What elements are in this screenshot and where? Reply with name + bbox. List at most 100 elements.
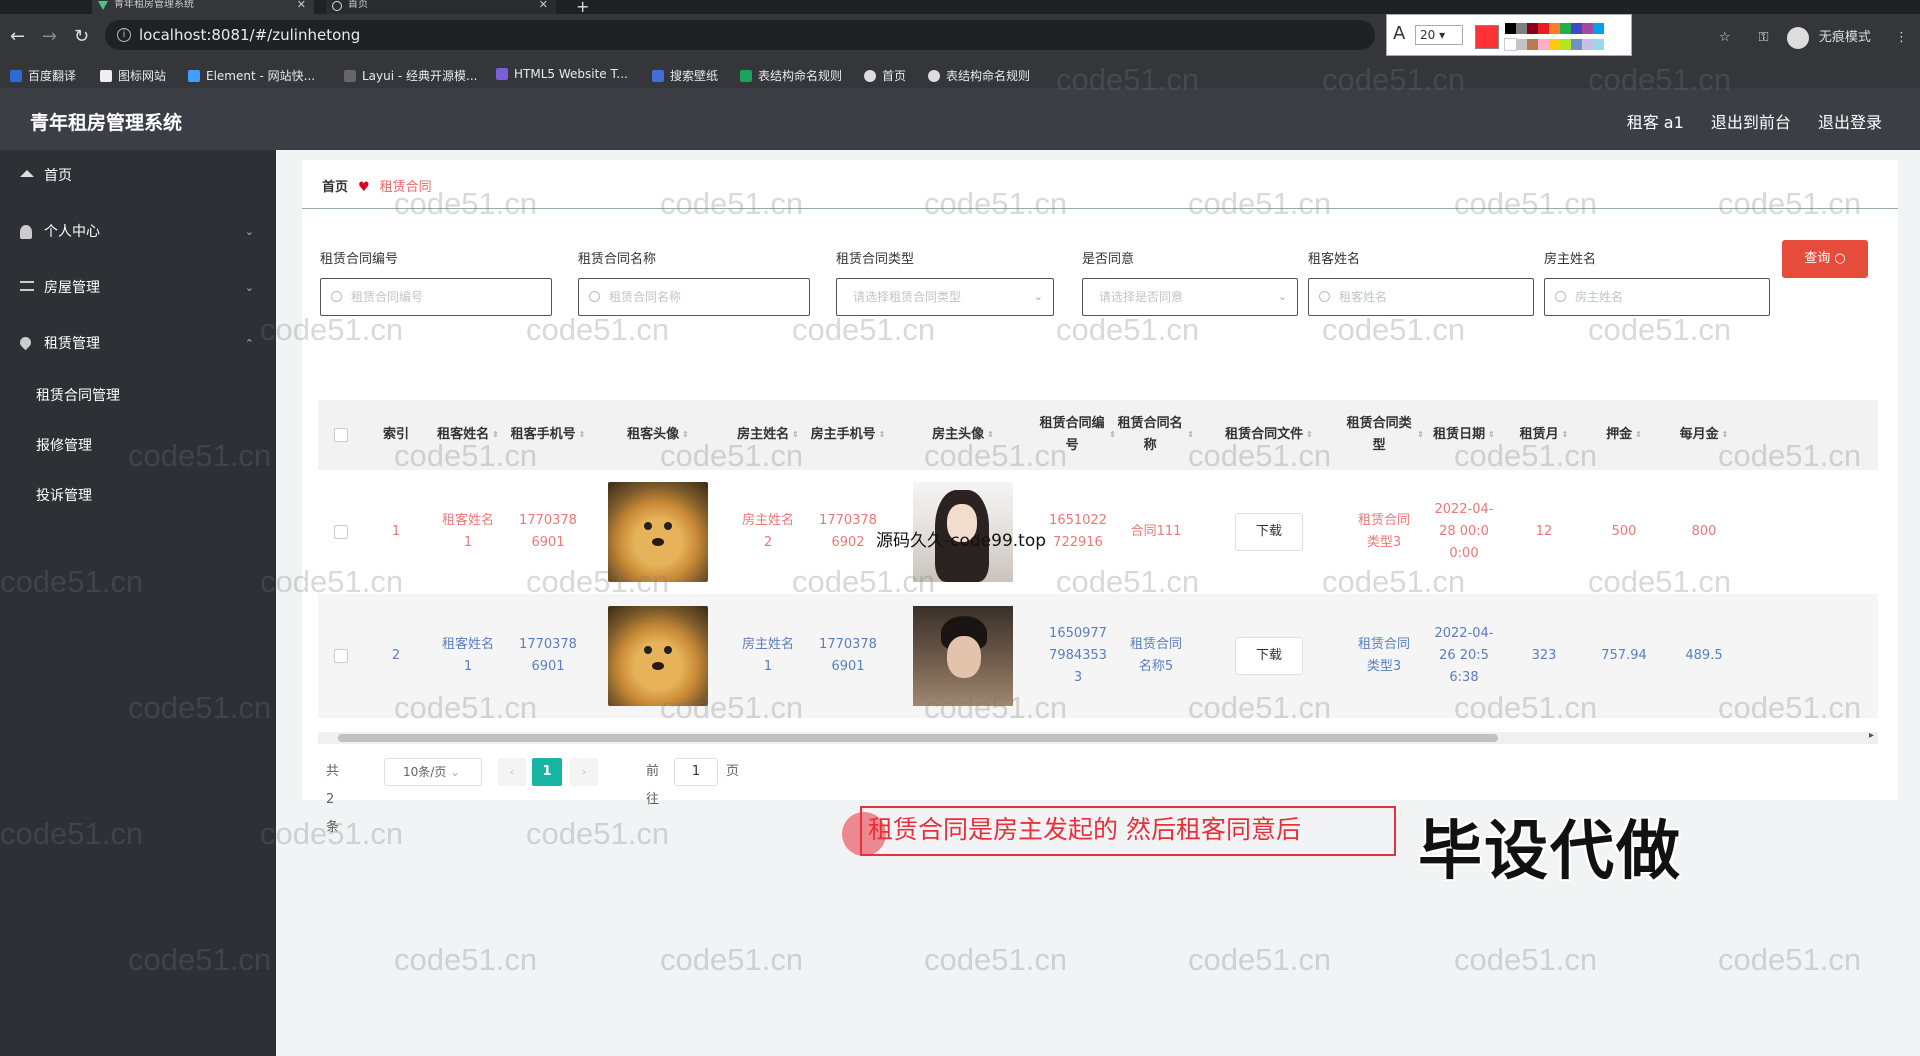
sidebar-item-profile[interactable]: 个人中心 ⌄: [0, 212, 276, 252]
row-checkbox[interactable]: [318, 470, 364, 594]
chevron-right-icon[interactable]: ▸: [1869, 730, 1874, 741]
globe-icon: [864, 70, 876, 82]
star-icon[interactable]: ☆: [1719, 30, 1731, 45]
column-header[interactable]: 租赁合同文件 ⇕: [1194, 400, 1344, 470]
scrollbar-thumb[interactable]: [338, 734, 1498, 742]
table-row[interactable]: 2 租客姓名1 17703786901 房主姓名1 17703786901 16…: [318, 594, 1878, 718]
page-number-current[interactable]: 1: [532, 758, 562, 786]
column-header[interactable]: 房主头像 ⇕: [888, 400, 1038, 470]
sidebar-subitem-contracts[interactable]: 租赁合同管理: [0, 376, 276, 416]
column-header[interactable]: 租赁合同名称 ⇕: [1116, 400, 1194, 470]
table-row[interactable]: 1 租客姓名1 17703786901 房主姓名2 17703786902 16…: [318, 470, 1878, 594]
download-button[interactable]: 下载: [1235, 637, 1303, 675]
sidebar-item-rental[interactable]: 租赁管理 ⌃: [0, 324, 276, 364]
logout-link[interactable]: 退出登录: [1818, 113, 1882, 132]
sidebar-item-houses[interactable]: 房屋管理 ⌄: [0, 268, 276, 308]
sort-icon[interactable]: ⇕: [792, 424, 799, 446]
bookmark-item[interactable]: 表结构命名规则: [740, 67, 842, 84]
close-icon[interactable]: ✕: [539, 0, 548, 10]
reload-icon[interactable]: ↻: [74, 26, 89, 47]
sort-icon[interactable]: ⇕: [987, 424, 994, 446]
column-header[interactable]: 租赁合同类型 ⇕: [1344, 400, 1424, 470]
font-icon[interactable]: A: [1393, 23, 1405, 44]
download-button[interactable]: 下载: [1235, 513, 1303, 551]
row-checkbox[interactable]: [318, 594, 364, 718]
bookmark-item[interactable]: 首页: [864, 67, 906, 84]
bookmark-item[interactable]: 表结构命名规则: [928, 67, 1030, 84]
sidebar-subitem-repairs[interactable]: 报修管理: [0, 426, 276, 466]
select-all-checkbox[interactable]: [318, 400, 364, 470]
column-header[interactable]: 租赁月 ⇕: [1504, 400, 1584, 470]
forward-icon[interactable]: →: [42, 26, 57, 47]
search-icon: ○: [1834, 251, 1846, 266]
sidebar-item-home[interactable]: 首页: [0, 156, 276, 196]
column-header[interactable]: 索引: [364, 400, 428, 470]
bookmark-item[interactable]: 搜索壁纸: [652, 67, 718, 84]
sort-icon[interactable]: ⇕: [1635, 424, 1642, 446]
contract-type-select[interactable]: 请选择租赁合同类型 ⌄: [836, 278, 1054, 316]
bookmark-item[interactable]: 图标网站: [100, 67, 166, 84]
sort-icon[interactable]: ⇕: [1109, 424, 1116, 446]
bookmark-item[interactable]: 百度翻译: [10, 67, 76, 84]
horizontal-scrollbar[interactable]: ▸: [318, 730, 1878, 744]
landlord-name-input[interactable]: 房主姓名: [1544, 278, 1770, 316]
browser-tab[interactable]: 首页 ✕: [326, 0, 556, 14]
cell-tenant-name: 租客姓名1: [441, 637, 494, 674]
column-header[interactable]: 租客手机号 ⇕: [508, 400, 588, 470]
close-icon[interactable]: ✕: [297, 0, 306, 10]
column-header[interactable]: 房主姓名 ⇕: [728, 400, 808, 470]
browser-tab-active[interactable]: 青年租房管理系统 ✕: [92, 0, 314, 14]
current-color-swatch[interactable]: [1475, 25, 1499, 49]
next-page-button[interactable]: ›: [570, 758, 598, 786]
chevron-up-icon: ⌃: [244, 337, 254, 350]
color-swatches[interactable]: [1504, 23, 1625, 55]
bookmark-item[interactable]: HTML5 Website T...: [496, 67, 628, 81]
annotation-textbox[interactable]: 租赁合同是房主发起的 然后租客同意后: [860, 806, 1396, 856]
contract-name-input[interactable]: 租赁合同名称: [578, 278, 810, 316]
info-icon[interactable]: i: [117, 28, 131, 42]
globe-icon: [928, 70, 940, 82]
sort-icon[interactable]: ⇕: [879, 424, 886, 446]
user-name[interactable]: 租客 a1: [1627, 113, 1684, 132]
bookmark-item[interactable]: Layui - 经典开源模...: [344, 67, 477, 84]
translate-icon: [10, 70, 22, 82]
sort-icon[interactable]: ⇕: [682, 424, 689, 446]
sort-icon[interactable]: ⇕: [1187, 424, 1194, 446]
prev-page-button[interactable]: ‹: [498, 758, 526, 786]
page-size-select[interactable]: 10条/页 ⌄: [384, 758, 482, 786]
profile-label[interactable]: 无痕模式: [1819, 30, 1871, 45]
sort-icon[interactable]: ⇕: [579, 424, 586, 446]
bookmark-item[interactable]: Element - 网站快...: [188, 67, 315, 84]
tenant-name-input[interactable]: 租客姓名: [1308, 278, 1534, 316]
sort-icon[interactable]: ⇕: [492, 424, 499, 446]
column-header[interactable]: 租客头像 ⇕: [588, 400, 728, 470]
contract-no-input[interactable]: 租赁合同编号: [320, 278, 552, 316]
bookmarks-bar: 百度翻译 图标网站 Element - 网站快... Layui - 经典开源模…: [0, 62, 1920, 88]
agreed-select[interactable]: 请选择是否同意 ⌄: [1082, 278, 1298, 316]
sidebar-subitem-complaints[interactable]: 投诉管理: [0, 476, 276, 516]
column-header[interactable]: 租客姓名 ⇕: [428, 400, 508, 470]
column-header[interactable]: 租赁日期 ⇕: [1424, 400, 1504, 470]
query-button[interactable]: 查询 ○: [1782, 240, 1868, 278]
sort-icon[interactable]: ⇕: [1417, 424, 1424, 446]
column-header[interactable]: 房主手机号 ⇕: [808, 400, 888, 470]
back-icon[interactable]: ←: [10, 26, 25, 47]
sort-icon[interactable]: ⇕: [1488, 424, 1495, 446]
breadcrumb-home[interactable]: 首页: [322, 180, 348, 195]
font-size-select[interactable]: 20 ▾: [1415, 25, 1463, 45]
cell-landlord-phone: 17703786902: [819, 513, 877, 550]
column-header[interactable]: 押金 ⇕: [1584, 400, 1664, 470]
more-icon[interactable]: ⋮: [1895, 30, 1908, 45]
front-link[interactable]: 退出到前台: [1711, 113, 1791, 132]
sort-icon[interactable]: ⇕: [1306, 424, 1313, 446]
sort-icon[interactable]: ⇕: [1562, 424, 1569, 446]
key-icon[interactable]: ⚿: [1759, 30, 1769, 45]
incognito-icon[interactable]: [1786, 26, 1809, 49]
tenant-avatar-image: [608, 606, 708, 706]
promo-text: 毕设代做: [1418, 815, 1682, 889]
goto-page-input[interactable]: 1: [674, 758, 718, 786]
column-header[interactable]: 每月金 ⇕: [1664, 400, 1744, 470]
column-header[interactable]: 租赁合同编号 ⇕: [1038, 400, 1116, 470]
sort-icon[interactable]: ⇕: [1722, 424, 1729, 446]
url-field[interactable]: i localhost:8081/#/zulinhetong: [105, 20, 1375, 50]
